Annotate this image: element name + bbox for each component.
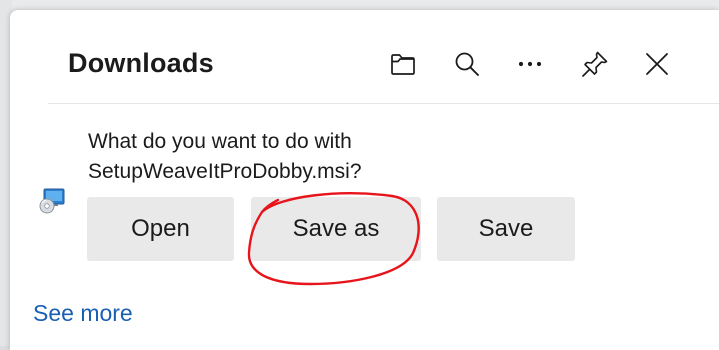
download-prompt: What do you want to do with SetupWeaveIt… [88,127,362,187]
search-icon [455,52,479,76]
open-folder-button[interactable] [383,44,423,84]
more-options-button[interactable] [510,44,550,84]
save-as-button[interactable]: Save as [251,197,421,261]
more-options-icon [518,61,542,67]
header-divider [48,103,719,104]
open-button[interactable]: Open [87,197,234,261]
panel-title: Downloads [68,48,214,78]
save-button[interactable]: Save [437,197,575,261]
pin-icon [582,51,608,77]
close-icon [646,53,668,75]
folder-icon [391,54,415,75]
file-name: SetupWeaveItProDobby.msi? [88,160,362,183]
downloads-panel: Downloads What do you want to do with Se… [10,10,719,350]
see-more-link[interactable]: See more [33,300,133,327]
search-button[interactable] [447,44,487,84]
prompt-question: What do you want to do with [88,130,352,153]
msi-installer-icon [38,188,66,214]
close-button[interactable] [637,44,677,84]
pin-button[interactable] [575,44,615,84]
